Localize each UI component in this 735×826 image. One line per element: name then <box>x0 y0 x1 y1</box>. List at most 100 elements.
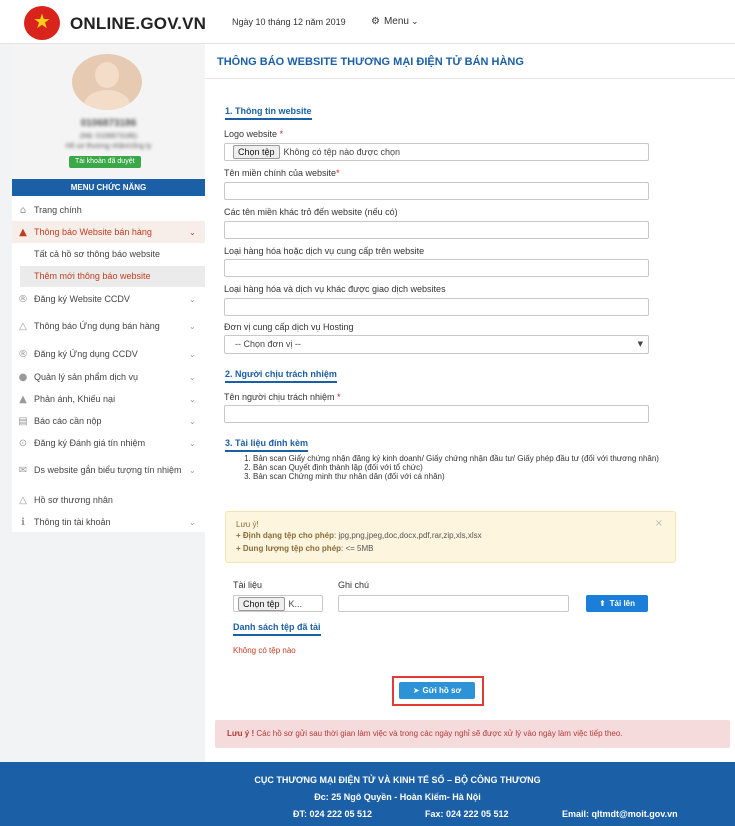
main-domain-input[interactable] <box>224 182 649 200</box>
section-website-info: 1. Thông tin website <box>225 106 312 120</box>
upload-icon: ⬆ <box>598 599 606 608</box>
upload-button[interactable]: ⬆ Tải lên <box>586 595 648 612</box>
sidebar-item-register-app[interactable]: ® Đăng ký Ứng dụng CCDV ⌄ <box>12 343 205 365</box>
sidebar-item-merchant-profile[interactable]: △ Hồ sơ thương nhân <box>12 489 205 511</box>
logo-file-input[interactable]: Chọn tệp Không có tệp nào được chọn <box>224 143 649 161</box>
chevron-down-icon: ⌄ <box>189 227 196 237</box>
bell-icon: ▲ <box>19 226 27 238</box>
section-attachments: 3. Tài liệu đính kèm <box>225 438 309 452</box>
document-column-label: Tài liệu <box>233 580 263 590</box>
uploaded-files-heading: Danh sách tệp đã tải <box>233 622 321 636</box>
other-goods-label: Loại hàng hóa và dịch vụ khác được giao … <box>224 284 446 294</box>
chevron-down-icon: ⌄ <box>189 517 196 527</box>
chevron-down-icon: ⌄ <box>410 17 419 27</box>
sidebar-item-complaints[interactable]: ▲ Phản ánh, Khiếu nại ⌄ <box>12 388 205 410</box>
document-item: Bản scan Chứng minh thư nhân dân (đối vớ… <box>253 472 665 481</box>
registered-icon: ® <box>18 293 28 305</box>
file-status: K... <box>288 598 303 609</box>
working-hours-warning: Lưu ý ! Các hồ sơ gửi sau thời gian làm … <box>215 720 730 748</box>
top-menu-label: Menu <box>383 16 409 27</box>
document-item: Bản scan Giấy chứng nhận đăng ký kinh do… <box>253 454 665 463</box>
footer-fax: Fax: 024 222 05 512 <box>425 809 509 819</box>
site-name[interactable]: ONLINE.GOV.VN <box>70 14 206 34</box>
footer-org: CỤC THƯƠNG MẠI ĐIỆN TỬ VÀ KINH TẾ SỐ – B… <box>254 775 541 785</box>
notice-size: + Dung lượng tệp cho phép: <= 5MB <box>236 544 374 553</box>
chevron-down-icon: ⌄ <box>189 349 196 359</box>
footer-address: Đc: 25 Ngô Quyền - Hoàn Kiếm- Hà Nội <box>314 792 481 802</box>
star-icon: ★ <box>33 9 51 33</box>
user-code-line: (Mã: 0106873186) <box>79 133 138 140</box>
footer: CỤC THƯƠNG MẠI ĐIỆN TỬ VÀ KINH TẾ SỐ – B… <box>0 762 735 826</box>
top-header: ★ ONLINE.GOV.VN Ngày 10 tháng 12 năm 201… <box>0 0 735 44</box>
title-divider <box>205 78 735 79</box>
avatar <box>72 54 142 110</box>
sidebar-item-trust-websites[interactable]: ✉ Ds website gắn biểu tượng tín nhiệm ⌄ <box>12 455 205 485</box>
notice-format: + Định dạng tệp cho phép: jpg,png,jpeg,d… <box>236 531 482 540</box>
upload-notice: Lưu ý! + Định dạng tệp cho phép: jpg,png… <box>225 511 676 563</box>
warning-icon: ▲ <box>19 393 27 405</box>
bell-outline-icon: △ <box>19 320 27 332</box>
notice-title: Lưu ý! <box>236 520 259 529</box>
goods-label: Loại hàng hóa hoặc dịch vụ cung cấp trên… <box>224 246 425 256</box>
sidebar-item-app-notice[interactable]: △ Thông báo Ứng dụng bán hàng ⌄ <box>12 311 205 341</box>
document-file-input[interactable]: Chọn tệp K... <box>233 595 323 612</box>
chevron-down-icon: ⌄ <box>189 394 196 404</box>
hosting-label: Đơn vị cung cấp dịch vụ Hosting <box>224 322 354 332</box>
file-status: Không có tệp nào được chọn <box>283 147 401 157</box>
close-icon[interactable]: × <box>655 518 663 529</box>
main-content: THÔNG BÁO WEBSITE THƯƠNG MẠI ĐIỆN TỬ BÁN… <box>205 44 735 762</box>
sidebar-subitem-all-notices[interactable]: Tất cả hồ sơ thông báo website <box>20 244 205 265</box>
person-name-label: Tên người chịu trách nhiệm * <box>224 392 341 402</box>
hosting-provider-select[interactable]: -- Chọn đơn vị -- ▼ <box>224 335 649 354</box>
other-domains-label: Các tên miền khác trỏ đến website (nếu c… <box>224 207 398 217</box>
document-icon: ▤ <box>18 415 28 427</box>
submit-button[interactable]: ➤ Gửi hồ sơ <box>399 682 475 699</box>
page-title: THÔNG BÁO WEBSITE THƯƠNG MẠI ĐIỆN TỬ BÁN… <box>217 56 524 68</box>
footer-phone: ĐT: 024 222 05 512 <box>293 809 373 819</box>
sidebar-subitem-new-notice[interactable]: Thêm mới thông báo website <box>20 266 205 287</box>
sidebar-item-reports[interactable]: ▤ Báo cáo cần nộp ⌄ <box>12 410 205 432</box>
user-profile: 0106873186 (Mã: 0106873186) Hồ sơ thương… <box>12 44 205 180</box>
required-documents-list: Bản scan Giấy chứng nhận đăng ký kinh do… <box>245 454 665 481</box>
user-tax-code: 0106873186 <box>80 118 137 129</box>
bell-outline-icon: △ <box>19 494 27 506</box>
main-domain-label: Tên miền chính của website* <box>224 168 340 178</box>
sidebar-item-register-website[interactable]: ® Đăng ký Website CCDV ⌄ <box>12 288 205 310</box>
registered-icon: ® <box>18 348 28 360</box>
national-emblem-logo[interactable]: ★ <box>24 6 60 40</box>
sidebar-item-account-info[interactable]: ℹ Thông tin tài khoản ⌄ <box>12 511 205 533</box>
product-icon: ● <box>18 371 28 383</box>
sidebar-item-products[interactable]: ● Quản lý sản phẩm dịch vụ ⌄ <box>12 366 205 388</box>
sidebar-item-trust-rating[interactable]: ⊙ Đăng ký Đánh giá tín nhiệm ⌄ <box>12 432 205 454</box>
choose-file-button[interactable]: Chọn tệp <box>238 596 285 611</box>
footer-email[interactable]: Email: qltmdt@moit.gov.vn <box>562 809 678 819</box>
sidebar-item-website-notice[interactable]: ▲ Thông báo Website bán hàng ⌄ <box>12 221 205 243</box>
check-circle-icon: ⊙ <box>18 437 28 449</box>
chevron-down-icon: ⌄ <box>189 416 196 426</box>
choose-file-button[interactable]: Chọn tệp <box>233 145 280 159</box>
other-domains-input[interactable] <box>224 221 649 239</box>
email-icon: ✉ <box>18 464 28 476</box>
goods-input[interactable] <box>224 259 649 277</box>
gear-icon: ⚙ <box>371 16 380 27</box>
person-name-input[interactable] <box>224 405 649 423</box>
logo-label: Logo website * <box>224 129 284 139</box>
chevron-down-icon: ⌄ <box>189 321 196 331</box>
note-input[interactable] <box>338 595 569 612</box>
chevron-down-icon: ⌄ <box>189 465 196 475</box>
other-goods-input[interactable] <box>224 298 649 316</box>
no-file-message: Không có tệp nào <box>233 646 296 655</box>
info-icon: ℹ <box>21 516 25 528</box>
sidebar-item-home[interactable]: ⌂ Trang chính <box>12 199 205 221</box>
current-date: Ngày 10 tháng 12 năm 2019 <box>232 17 346 27</box>
chevron-down-icon: ⌄ <box>189 372 196 382</box>
home-icon: ⌂ <box>19 204 27 216</box>
document-item: Bản scan Quyết định thành lập (đối với t… <box>253 463 665 472</box>
user-company-line: Hồ sơ thương nhân/công ty <box>65 143 152 150</box>
section-responsible-person: 2. Người chịu trách nhiệm <box>225 369 337 383</box>
note-column-label: Ghi chú <box>338 580 370 590</box>
verified-account-badge: Tài khoản đã duyệt <box>69 156 141 168</box>
chevron-down-icon: ⌄ <box>189 294 196 304</box>
chevron-down-icon: ⌄ <box>189 438 196 448</box>
top-menu-button[interactable]: ⚙ Menu ⌄ <box>371 16 419 27</box>
